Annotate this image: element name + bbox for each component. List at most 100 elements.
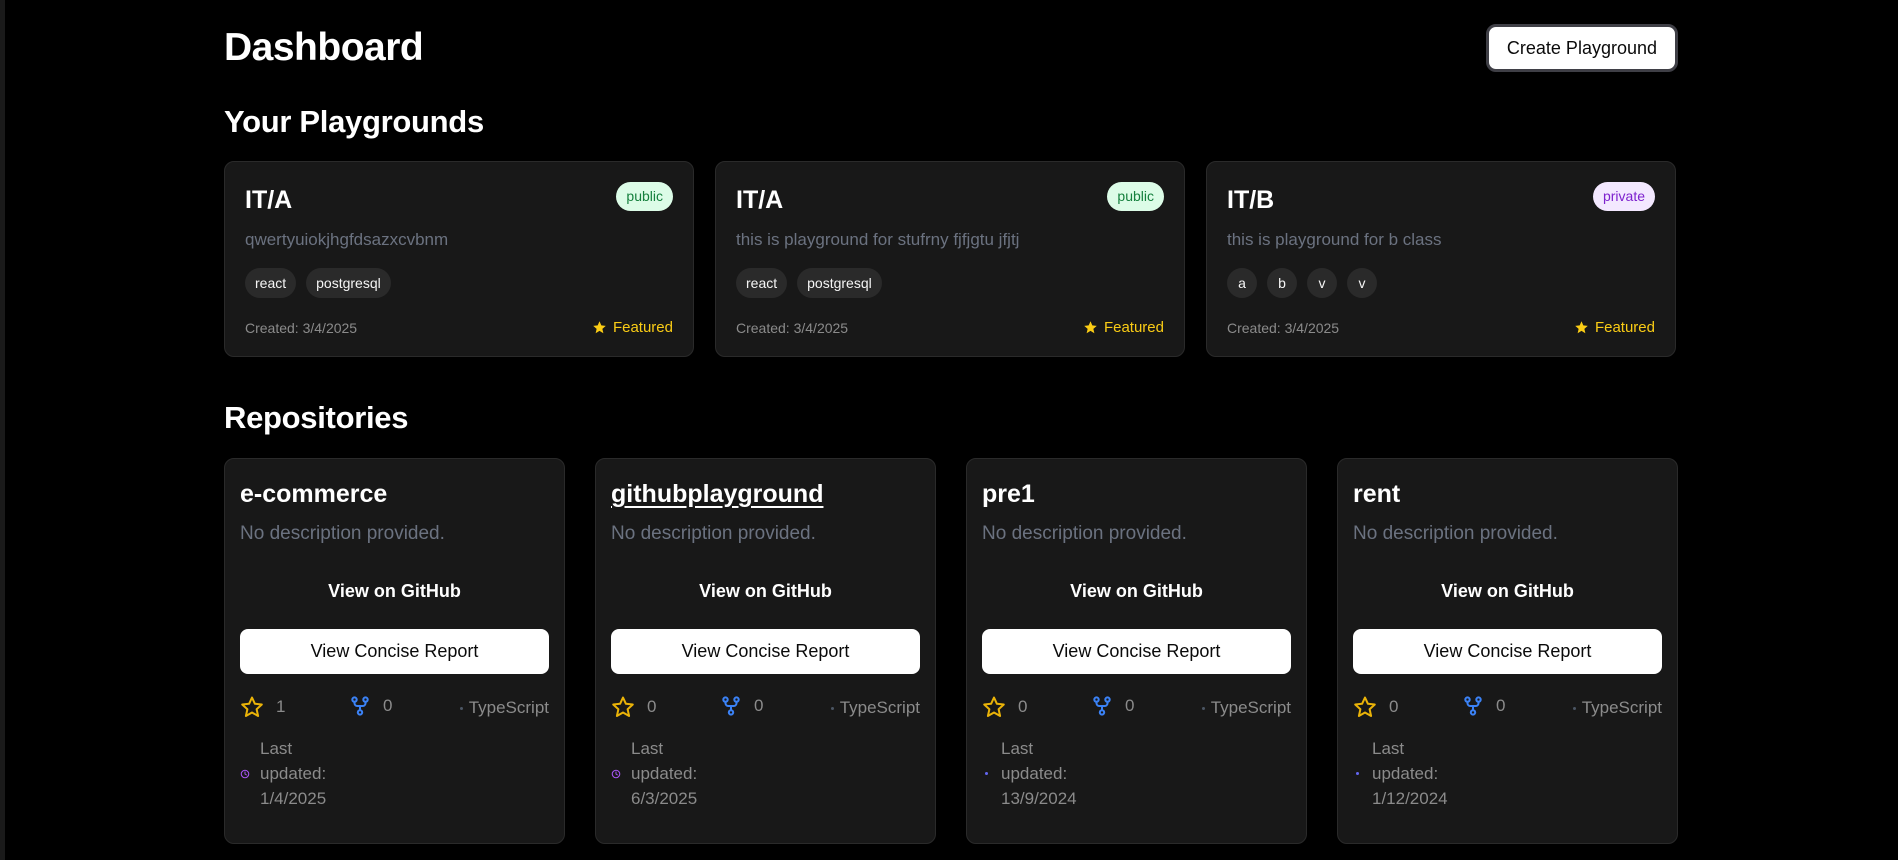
playgrounds-section-title: Your Playgrounds: [224, 104, 484, 139]
featured-indicator: Featured: [592, 319, 673, 336]
star-filled-icon: [593, 321, 606, 334]
star-count-value: 0: [1389, 697, 1399, 716]
tag-list: react postgresql: [245, 268, 391, 298]
fork-count-value: 0: [754, 696, 764, 715]
dot-icon: [1356, 772, 1359, 775]
repository-name[interactable]: e-commerce: [240, 480, 387, 509]
playground-description: this is playground for b class: [1227, 230, 1442, 249]
view-on-github-link[interactable]: View on GitHub: [982, 581, 1291, 602]
fork-count-value: 0: [383, 696, 393, 715]
repository-card: rent No description provided. View on Gi…: [1337, 458, 1678, 844]
last-updated-text: Last updated: 1/12/2024: [1372, 739, 1448, 808]
last-updated: Last updated: 1/12/2024: [1353, 736, 1462, 811]
tag: postgresql: [797, 268, 882, 298]
clock-icon: [240, 769, 250, 778]
featured-label: Featured: [612, 319, 673, 336]
repository-name[interactable]: pre1: [982, 480, 1035, 509]
playground-name: IT/A: [245, 186, 293, 214]
star-outline-icon: [983, 696, 1005, 717]
page-title: Dashboard: [224, 26, 424, 69]
view-concise-report-button[interactable]: View Concise Report: [611, 629, 920, 674]
clock-icon: [611, 769, 621, 778]
star-count: 0: [611, 695, 656, 719]
fork-count: 0: [720, 695, 763, 717]
repository-description: No description provided.: [1353, 523, 1558, 544]
repository-card: githubplayground No description provided…: [595, 458, 936, 844]
tag: postgresql: [306, 268, 391, 298]
page-header: Dashboard Create Playground: [224, 0, 1678, 100]
language: TypeScript: [459, 698, 549, 718]
fork-count-value: 0: [1125, 696, 1135, 715]
tag: v: [1307, 268, 1337, 298]
repository-description: No description provided.: [240, 523, 445, 544]
view-concise-report-button[interactable]: View Concise Report: [1353, 629, 1662, 674]
language: TypeScript: [830, 698, 920, 718]
window-edge: [0, 0, 5, 860]
fork-icon: [1464, 696, 1482, 716]
fork-count-value: 0: [1496, 696, 1506, 715]
tag: react: [736, 268, 788, 298]
fork-icon: [351, 696, 369, 716]
playground-card[interactable]: IT/A public qwertyuiokjhgfdsazxcvbnm rea…: [224, 161, 694, 357]
star-count: 0: [1353, 695, 1398, 719]
fork-count: 0: [349, 695, 392, 717]
create-playground-button[interactable]: Create Playground: [1485, 24, 1678, 72]
featured-label: Featured: [1103, 319, 1164, 336]
language: TypeScript: [1572, 698, 1662, 718]
playground-name: IT/A: [736, 186, 784, 214]
tag: a: [1227, 268, 1257, 298]
dot-icon: [985, 772, 988, 775]
fork-icon: [1093, 696, 1111, 716]
tag-list: a b v v: [1227, 268, 1377, 298]
view-on-github-link[interactable]: View on GitHub: [1353, 581, 1662, 602]
tag: b: [1267, 268, 1297, 298]
language-label: TypeScript: [1210, 698, 1291, 717]
created-date: Created: 3/4/2025: [736, 320, 849, 336]
language-label: TypeScript: [839, 698, 920, 717]
star-filled-icon: [1575, 321, 1588, 334]
last-updated: Last updated: 13/9/2024: [982, 736, 1091, 811]
star-count-value: 0: [1018, 697, 1028, 716]
tag: react: [245, 268, 297, 298]
repository-stats: 0 0 TypeScript: [982, 695, 1291, 723]
visibility-badge: private: [1592, 182, 1655, 211]
last-updated-text: Last updated: 6/3/2025: [631, 739, 698, 808]
view-on-github-link[interactable]: View on GitHub: [611, 581, 920, 602]
language-dot-icon: [1201, 706, 1205, 710]
visibility-badge: public: [1107, 182, 1164, 211]
language-dot-icon: [1572, 706, 1576, 710]
fork-icon: [722, 696, 740, 716]
repositories-grid: e-commerce No description provided. View…: [224, 458, 1678, 844]
last-updated: Last updated: 6/3/2025: [611, 736, 721, 811]
star-count-value: 1: [276, 697, 286, 716]
playground-card[interactable]: IT/A public this is playground for stufr…: [715, 161, 1185, 357]
repository-name[interactable]: githubplayground: [611, 480, 823, 509]
view-concise-report-button[interactable]: View Concise Report: [240, 629, 549, 674]
language: TypeScript: [1201, 698, 1291, 718]
repository-description: No description provided.: [982, 523, 1187, 544]
language-label: TypeScript: [1581, 698, 1662, 717]
view-on-github-link[interactable]: View on GitHub: [240, 581, 549, 602]
playground-description: qwertyuiokjhgfdsazxcvbnm: [245, 230, 449, 249]
view-concise-report-button[interactable]: View Concise Report: [982, 629, 1291, 674]
featured-label: Featured: [1594, 319, 1655, 336]
repositories-section-title: Repositories: [224, 400, 409, 435]
visibility-badge: public: [616, 182, 673, 211]
featured-indicator: Featured: [1083, 319, 1164, 336]
star-filled-icon: [1084, 321, 1097, 334]
repository-stats: 0 0 TypeScript: [611, 695, 920, 723]
star-outline-icon: [241, 696, 263, 717]
last-updated-text: Last updated: 1/4/2025: [260, 739, 327, 808]
language-dot-icon: [830, 706, 834, 710]
tag-list: react postgresql: [736, 268, 882, 298]
featured-indicator: Featured: [1574, 319, 1655, 336]
playgrounds-grid: IT/A public qwertyuiokjhgfdsazxcvbnm rea…: [224, 161, 1678, 357]
tag: v: [1347, 268, 1377, 298]
last-updated-text: Last updated: 13/9/2024: [1001, 739, 1077, 808]
playground-name: IT/B: [1227, 186, 1275, 214]
repository-name[interactable]: rent: [1353, 480, 1400, 509]
playground-card[interactable]: IT/B private this is playground for b cl…: [1206, 161, 1676, 357]
fork-count: 0: [1462, 695, 1505, 717]
playground-description: this is playground for stufrny fjfjgtu j…: [736, 230, 1020, 249]
star-count: 1: [240, 695, 285, 719]
